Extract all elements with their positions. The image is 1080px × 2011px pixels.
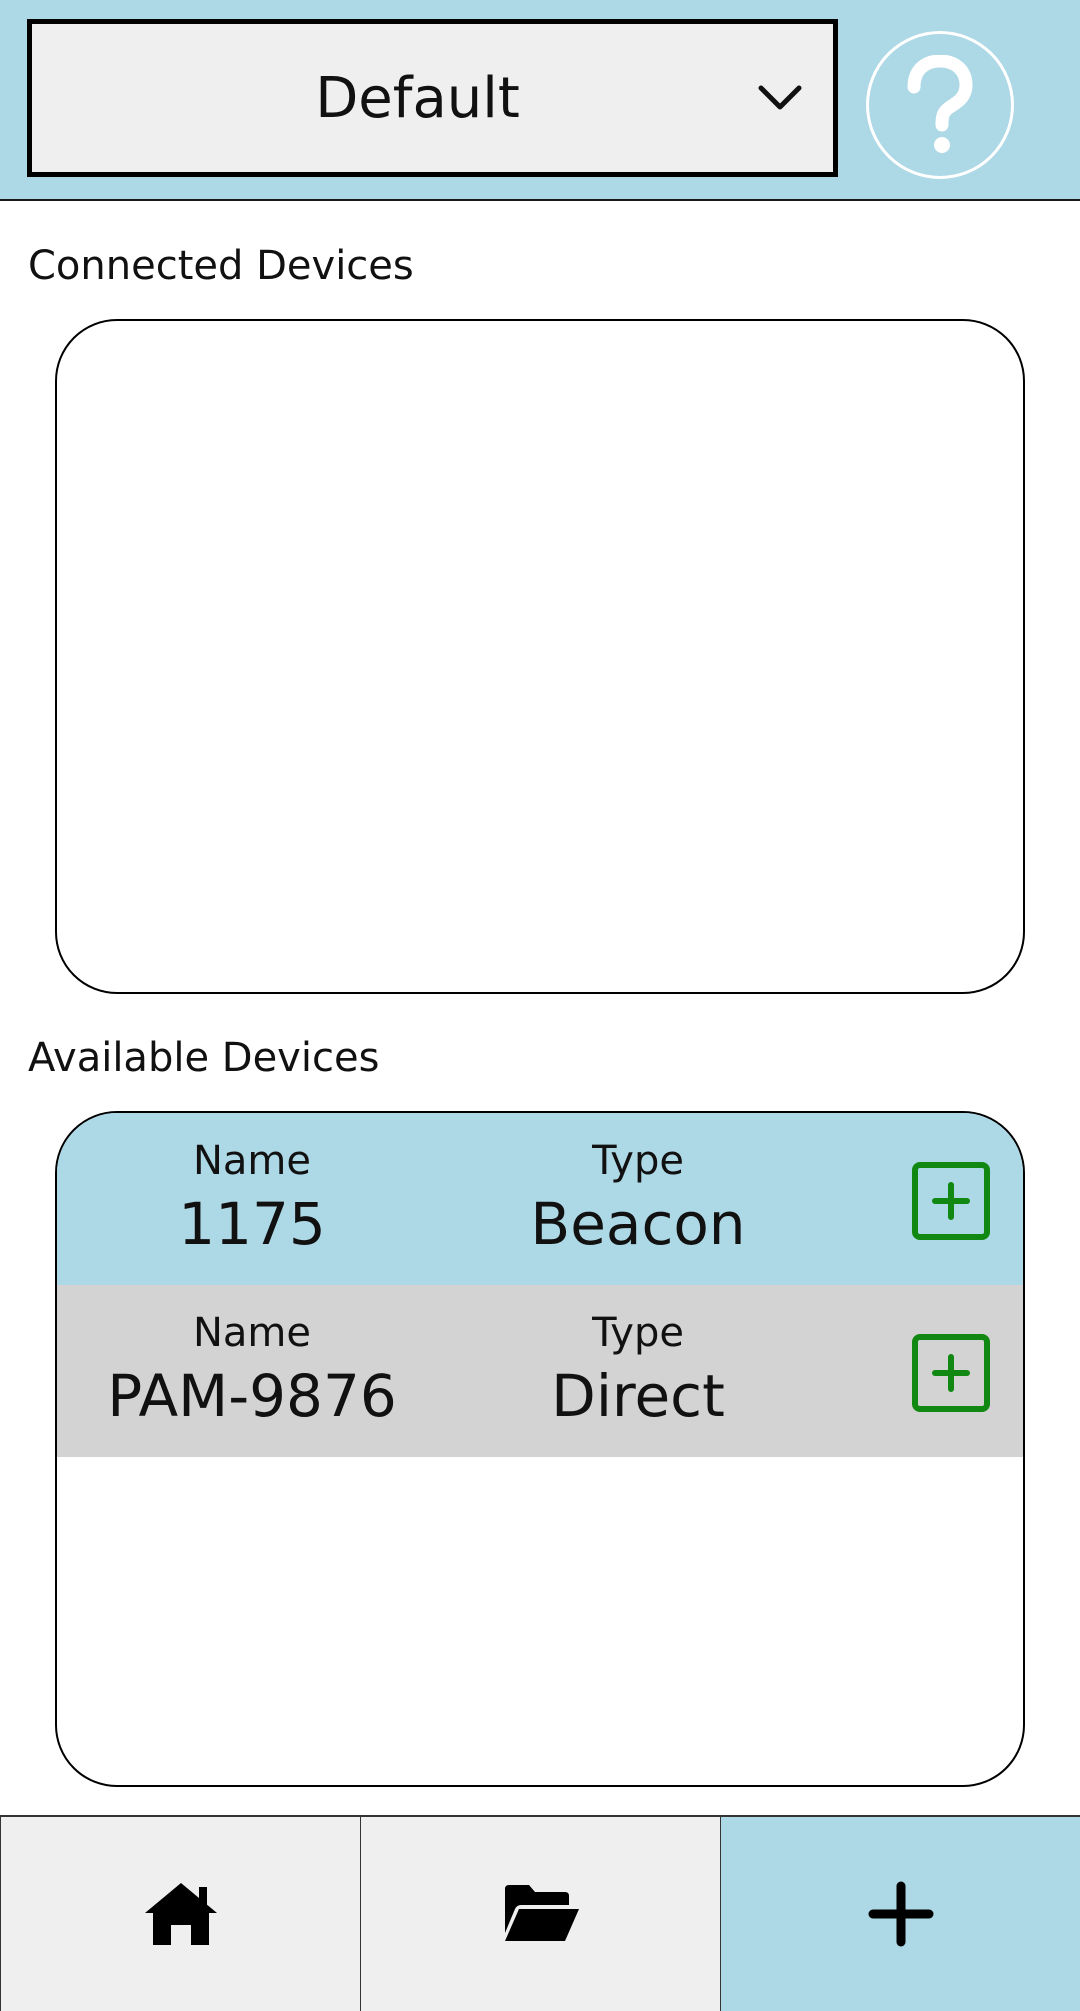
device-type-label: Type — [592, 1138, 684, 1184]
plus-square-icon — [932, 1354, 970, 1392]
device-row[interactable]: Name 1175 Type Beacon — [57, 1113, 1023, 1285]
device-name-label: Name — [192, 1138, 311, 1184]
plus-square-icon — [932, 1182, 970, 1220]
connected-devices-list — [55, 319, 1025, 994]
add-device-button[interactable] — [912, 1162, 990, 1240]
device-name-field: Name 1175 — [82, 1137, 422, 1259]
available-devices-list: Name 1175 Type Beacon Name PAM-9876 Type — [55, 1111, 1025, 1787]
device-name-value: PAM-9876 — [107, 1362, 397, 1430]
device-type-field: Type Direct — [468, 1309, 808, 1431]
nav-tab-add[interactable] — [720, 1817, 1080, 2011]
device-type-value: Beacon — [530, 1190, 746, 1258]
nav-tab-home[interactable] — [0, 1817, 360, 2011]
profile-dropdown[interactable]: Default — [27, 19, 838, 177]
home-icon — [144, 1883, 217, 1945]
question-mark-icon — [907, 55, 973, 153]
folder-open-icon — [504, 1885, 579, 1941]
device-type-label: Type — [592, 1310, 684, 1356]
available-devices-title: Available Devices — [28, 1035, 380, 1081]
device-type-field: Type Beacon — [468, 1137, 808, 1259]
header-bar: Default — [0, 0, 1080, 201]
device-name-field: Name PAM-9876 — [82, 1309, 422, 1431]
profile-dropdown-value: Default — [315, 65, 520, 131]
nav-tab-files[interactable] — [360, 1817, 720, 2011]
plus-icon — [868, 1881, 933, 1947]
device-name-value: 1175 — [178, 1190, 326, 1258]
device-type-value: Direct — [551, 1362, 725, 1430]
chevron-down-icon — [758, 85, 802, 110]
device-row[interactable]: Name PAM-9876 Type Direct — [57, 1285, 1023, 1457]
app-screen: Default Connected Devices Available Devi… — [0, 0, 1080, 2011]
device-name-label: Name — [192, 1310, 311, 1356]
help-button[interactable] — [866, 31, 1014, 179]
add-device-button[interactable] — [912, 1334, 990, 1412]
connected-devices-title: Connected Devices — [28, 243, 414, 289]
bottom-nav — [0, 1815, 1080, 2011]
